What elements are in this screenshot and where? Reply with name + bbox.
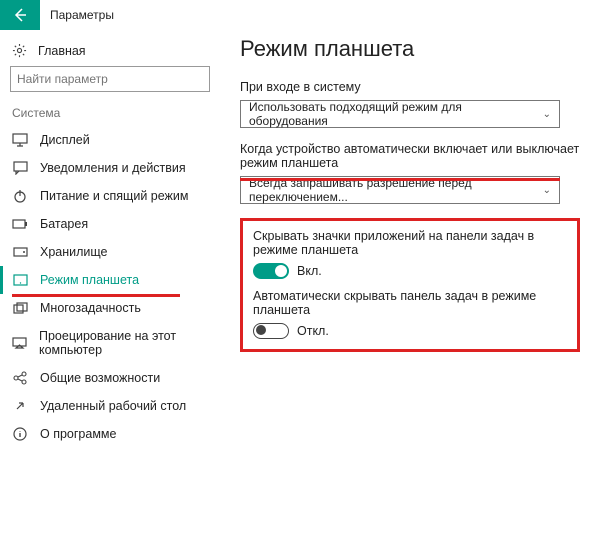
storage-icon: [12, 247, 28, 257]
sidebar-item-label: Общие возможности: [40, 371, 160, 385]
sidebar-item-label: Удаленный рабочий стол: [40, 399, 186, 413]
page-title: Режим планшета: [240, 36, 588, 62]
monitor-icon: [12, 133, 28, 147]
sidebar-item-tablet-mode[interactable]: Режим планшета: [10, 266, 220, 294]
power-icon: [12, 189, 28, 203]
chevron-down-icon: ⌄: [543, 185, 551, 196]
multitask-icon: [12, 302, 28, 314]
hide-icons-state: Вкл.: [297, 264, 322, 278]
dropdown-value: Использовать подходящий режим для оборуд…: [249, 100, 543, 128]
signin-dropdown[interactable]: Использовать подходящий режим для оборуд…: [240, 100, 560, 128]
sidebar-item-battery[interactable]: Батарея: [10, 210, 220, 238]
sidebar-item-shared[interactable]: Общие возможности: [10, 364, 220, 392]
sidebar-item-label: Многозадачность: [40, 301, 141, 315]
search-input[interactable]: [10, 66, 210, 92]
sidebar-item-storage[interactable]: Хранилище: [10, 238, 220, 266]
sidebar-item-label: Дисплей: [40, 133, 90, 147]
hide-taskbar-label: Автоматически скрывать панель задач в ре…: [253, 289, 567, 317]
message-icon: [12, 161, 28, 175]
hide-taskbar-toggle[interactable]: [253, 323, 289, 339]
sidebar-item-about[interactable]: О программе: [10, 420, 220, 448]
back-button[interactable]: [0, 0, 40, 30]
info-icon: [12, 427, 28, 441]
group-system-label: Система: [12, 106, 220, 120]
battery-icon: [12, 219, 28, 229]
main-content: Режим планшета При входе в систему Испол…: [220, 30, 600, 539]
annotation-box: Скрывать значки приложений на панели зад…: [240, 218, 580, 352]
sidebar-item-notifications[interactable]: Уведомления и действия: [10, 154, 220, 182]
share-icon: [12, 371, 28, 385]
sidebar-item-label: Батарея: [40, 217, 88, 231]
projection-icon: [12, 337, 27, 349]
signin-label: При входе в систему: [240, 80, 588, 94]
app-title: Параметры: [50, 8, 114, 22]
search-field[interactable]: [17, 72, 203, 86]
sidebar: Главная Система Дисплей Уведомления и де…: [0, 30, 220, 539]
tablet-icon: [12, 274, 28, 286]
sidebar-item-projecting[interactable]: Проецирование на этот компьютер: [10, 322, 220, 364]
home-label: Главная: [38, 44, 86, 58]
sidebar-item-power[interactable]: Питание и спящий режим: [10, 182, 220, 210]
sidebar-item-multitasking[interactable]: Многозадачность: [10, 294, 220, 322]
sidebar-item-label: Проецирование на этот компьютер: [39, 329, 220, 357]
hide-taskbar-state: Откл.: [297, 324, 329, 338]
gear-icon: [12, 43, 28, 58]
auto-label: Когда устройство автоматически включает …: [240, 142, 588, 170]
sidebar-item-label: О программе: [40, 427, 116, 441]
chevron-down-icon: ⌄: [543, 109, 551, 120]
sidebar-item-label: Хранилище: [40, 245, 108, 259]
sidebar-item-label: Уведомления и действия: [40, 161, 186, 175]
home-link[interactable]: Главная: [10, 38, 220, 66]
annotation-underline: [240, 178, 560, 181]
sidebar-item-remote-desktop[interactable]: Удаленный рабочий стол: [10, 392, 220, 420]
sidebar-item-label: Режим планшета: [40, 273, 139, 287]
sidebar-item-display[interactable]: Дисплей: [10, 126, 220, 154]
hide-icons-toggle[interactable]: [253, 263, 289, 279]
arrow-left-icon: [12, 7, 28, 23]
hide-icons-label: Скрывать значки приложений на панели зад…: [253, 229, 567, 257]
sidebar-item-label: Питание и спящий режим: [40, 189, 188, 203]
remote-icon: [12, 399, 28, 413]
